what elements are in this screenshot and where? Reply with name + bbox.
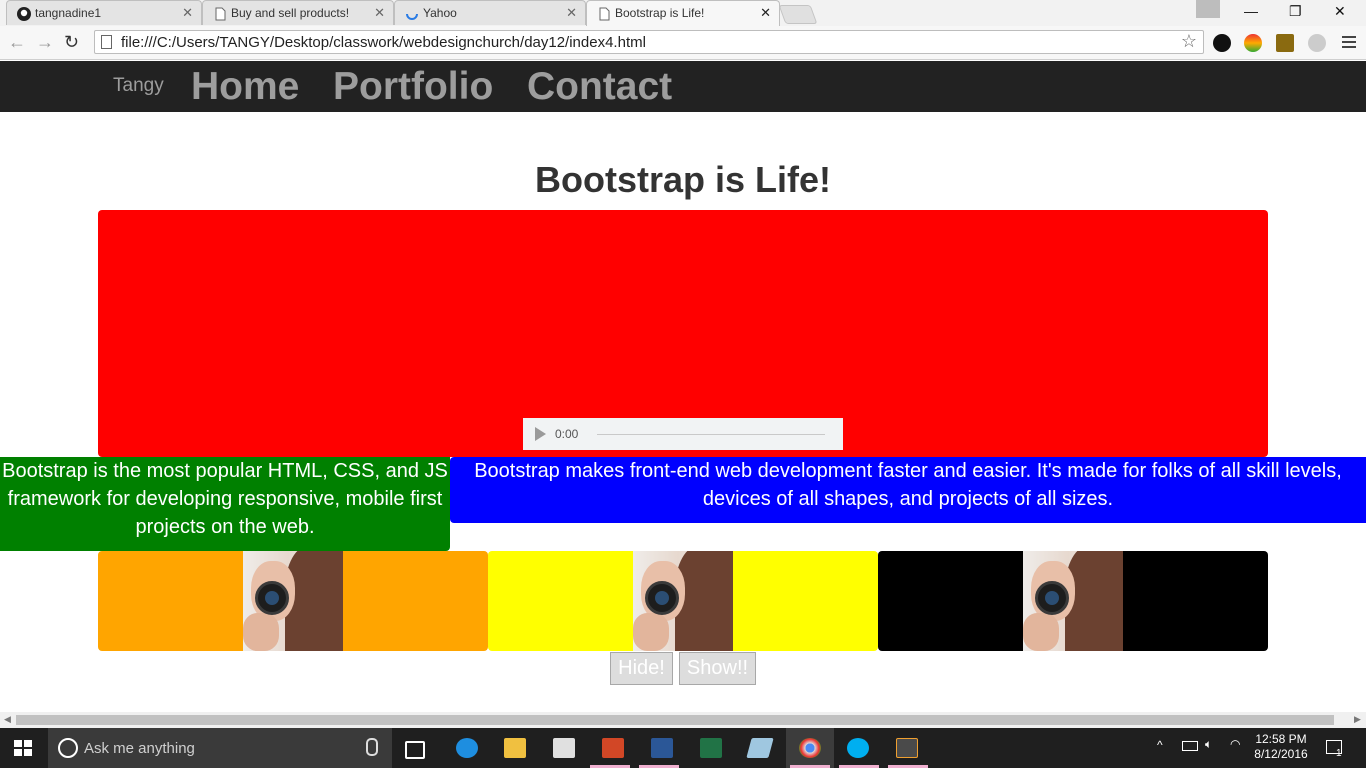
camera-icon bbox=[255, 581, 289, 615]
nav-link-home[interactable]: Home bbox=[191, 65, 299, 109]
play-icon[interactable] bbox=[535, 427, 546, 441]
tab-close-icon[interactable]: ✕ bbox=[374, 5, 385, 21]
image-panel-black bbox=[878, 551, 1268, 651]
green-info-box: Bootstrap is the most popular HTML, CSS,… bbox=[0, 457, 450, 551]
address-bar[interactable]: file:///C:/Users/TANGY/Desktop/classwork… bbox=[94, 30, 1204, 54]
player-time: 0:00 bbox=[555, 427, 579, 441]
file-explorer-icon[interactable] bbox=[504, 738, 526, 758]
wifi-icon[interactable]: ◠ bbox=[1230, 737, 1240, 751]
woman-with-camera-photo bbox=[633, 551, 733, 651]
hide-button[interactable]: Hide! bbox=[610, 652, 673, 685]
notepad-icon[interactable] bbox=[746, 738, 774, 758]
powerpoint-icon[interactable] bbox=[602, 738, 624, 758]
volume-icon[interactable]: 🔈︎ bbox=[1205, 737, 1212, 752]
word-icon[interactable] bbox=[651, 738, 673, 758]
url-text[interactable]: file:///C:/Users/TANGY/Desktop/classwork… bbox=[121, 34, 646, 51]
clock-date: 8/12/2016 bbox=[1254, 747, 1308, 761]
scroll-left-icon[interactable]: ◀ bbox=[4, 714, 11, 725]
cortana-search-box[interactable]: Ask me anything bbox=[48, 728, 392, 768]
extension-play-icon[interactable] bbox=[1213, 34, 1231, 52]
page-icon bbox=[101, 35, 112, 49]
tab-close-icon[interactable]: ✕ bbox=[182, 5, 193, 21]
notification-count: 1 bbox=[1336, 748, 1342, 759]
site-navbar: Tangy Home Portfolio Contact bbox=[0, 61, 1366, 112]
minimize-icon[interactable]: — bbox=[1244, 3, 1258, 19]
restore-icon[interactable]: ❐ bbox=[1289, 3, 1302, 20]
loading-icon bbox=[406, 13, 418, 20]
skype-icon[interactable] bbox=[847, 738, 869, 758]
blue-info-box: Bootstrap makes front-end web developmen… bbox=[450, 457, 1366, 523]
progress-track[interactable] bbox=[597, 434, 825, 435]
video-container: 0:00 bbox=[98, 210, 1268, 457]
camera-icon bbox=[645, 581, 679, 615]
woman-with-camera-photo bbox=[1023, 551, 1123, 651]
clock[interactable]: 12:58 PM 8/12/2016 bbox=[1246, 732, 1316, 762]
show-button[interactable]: Show!! bbox=[679, 652, 756, 685]
chrome-menu-icon[interactable] bbox=[1342, 33, 1356, 51]
reload-icon[interactable]: ↻ bbox=[64, 32, 79, 53]
forward-icon[interactable]: → bbox=[36, 32, 54, 53]
chrome-icon[interactable] bbox=[799, 738, 821, 758]
bookmark-star-icon[interactable]: ☆ bbox=[1181, 31, 1197, 52]
browser-tab-strip: tangnadine1 ✕ Buy and sell products! ✕ Y… bbox=[0, 0, 1366, 26]
navbar-brand[interactable]: Tangy bbox=[113, 75, 164, 97]
blue-info-text: Bootstrap makes front-end web developmen… bbox=[474, 460, 1342, 510]
task-view-icon[interactable] bbox=[405, 741, 425, 759]
extension-gray-icon[interactable] bbox=[1308, 34, 1326, 52]
image-panel-orange bbox=[98, 551, 488, 651]
publisher-icon[interactable] bbox=[700, 738, 722, 758]
tab-title: tangnadine1 bbox=[35, 6, 102, 20]
tab-bootstrap-is-life[interactable]: Bootstrap is Life! ✕ bbox=[586, 0, 780, 26]
scroll-right-icon[interactable]: ▶ bbox=[1354, 714, 1361, 725]
tab-tangnadine1[interactable]: tangnadine1 ✕ bbox=[6, 0, 202, 25]
page-icon bbox=[599, 7, 610, 21]
camera-icon bbox=[1035, 581, 1069, 615]
battery-icon[interactable] bbox=[1182, 741, 1198, 751]
tab-buy-and-sell[interactable]: Buy and sell products! ✕ bbox=[202, 0, 394, 25]
nav-link-contact[interactable]: Contact bbox=[527, 65, 672, 109]
page-icon bbox=[215, 7, 226, 21]
browser-toolbar: ← → ↻ file:///C:/Users/TANGY/Desktop/cla… bbox=[0, 26, 1366, 60]
woman-with-camera-photo bbox=[243, 551, 343, 651]
tab-close-icon[interactable]: ✕ bbox=[760, 5, 771, 21]
page-title: Bootstrap is Life! bbox=[534, 159, 831, 200]
windows-taskbar: Ask me anything ^ 🔈︎ ◠ 12:58 PM 8/12/201… bbox=[0, 728, 1366, 768]
new-tab-button[interactable] bbox=[778, 5, 818, 24]
image-panel-yellow bbox=[488, 551, 878, 651]
horizontal-scrollbar[interactable]: ◀ ▶ bbox=[0, 712, 1366, 728]
cortana-icon bbox=[58, 738, 78, 758]
tab-close-icon[interactable]: ✕ bbox=[566, 5, 577, 21]
microphone-icon[interactable] bbox=[366, 738, 378, 756]
nav-link-portfolio[interactable]: Portfolio bbox=[333, 65, 493, 109]
extension-color-icon[interactable] bbox=[1244, 34, 1262, 52]
clock-time: 12:58 PM bbox=[1255, 732, 1307, 746]
windows-start-icon[interactable] bbox=[14, 740, 32, 756]
sublime-text-icon[interactable] bbox=[896, 738, 918, 758]
profile-icon[interactable] bbox=[1196, 0, 1220, 18]
green-info-text: Bootstrap is the most popular HTML, CSS,… bbox=[2, 460, 448, 538]
extension-check-icon[interactable] bbox=[1276, 34, 1294, 52]
edge-icon[interactable] bbox=[456, 738, 478, 758]
window-close-icon[interactable]: ✕ bbox=[1334, 3, 1346, 20]
tab-yahoo[interactable]: Yahoo ✕ bbox=[394, 0, 586, 25]
tab-title: Buy and sell products! bbox=[231, 6, 350, 20]
tab-title: Yahoo bbox=[423, 6, 457, 20]
scrollbar-thumb[interactable] bbox=[16, 715, 1334, 725]
back-icon[interactable]: ← bbox=[8, 32, 26, 53]
search-placeholder: Ask me anything bbox=[84, 740, 195, 757]
github-icon bbox=[17, 7, 31, 21]
tab-title: Bootstrap is Life! bbox=[615, 6, 705, 20]
store-icon[interactable] bbox=[553, 738, 575, 758]
tray-chevron-icon[interactable]: ^ bbox=[1157, 738, 1163, 752]
audio-player[interactable]: 0:00 bbox=[523, 418, 843, 450]
